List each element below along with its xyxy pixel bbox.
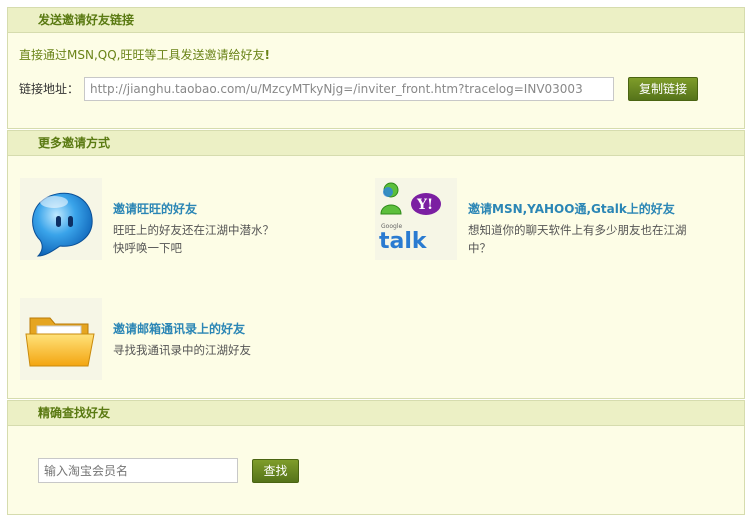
invite-email-card[interactable]: 邀请邮箱通讯录上的好友 寻找我通讯录中的江湖好友 [20, 298, 350, 382]
invite-email-desc: 寻找我通讯录中的江湖好友 [113, 341, 251, 359]
folder-icon [20, 298, 102, 380]
invite-link-input[interactable] [84, 77, 614, 101]
find-friend-title: 精确查找好友 [8, 401, 744, 426]
more-invite-methods-panel: 更多邀请方式 邀请旺旺的好友 旺旺上的好友还在江湖中潜水？ 快呼唤一下吧 Y! … [7, 130, 745, 399]
invite-email-desc-line1: 寻找我通讯录中的江湖好友 [113, 343, 251, 357]
wangwang-icon [20, 178, 102, 260]
link-address-label: 链接地址： [19, 82, 80, 96]
invite-wangwang-desc: 旺旺上的好友还在江湖中潜水？ 快呼唤一下吧 [113, 221, 274, 257]
invite-im-desc-line1: 想知道你的聊天软件上有多少朋友也在江湖 [468, 223, 687, 237]
invite-wangwang-link[interactable]: 邀请旺旺的好友 [113, 200, 197, 217]
yahoo-logo-text: Y! [416, 197, 433, 213]
invite-link-panel: 发送邀请好友链接 直接通过MSN,QQ,旺旺等工具发送邀请给好友! 链接地址： … [7, 7, 745, 129]
invite-im-card[interactable]: Y! Google talk 邀请MSN,YAHOO通,Gtalk上的好友 想知… [375, 178, 725, 262]
invite-wangwang-desc-line2: 快呼唤一下吧 [113, 241, 182, 255]
invite-im-link[interactable]: 邀请MSN,YAHOO通,Gtalk上的好友 [468, 200, 675, 217]
talk-logo-text: talk [379, 229, 428, 254]
invite-email-link[interactable]: 邀请邮箱通讯录上的好友 [113, 320, 245, 337]
invite-link-title: 发送邀请好友链接 [8, 8, 744, 33]
invite-wangwang-desc-line1: 旺旺上的好友还在江湖中潜水？ [113, 223, 274, 237]
invite-intro-mark: ! [264, 48, 270, 62]
invite-im-desc: 想知道你的聊天软件上有多少朋友也在江湖 中？ [468, 221, 687, 257]
invite-intro-body: 直接通过MSN,QQ,旺旺等工具发送邀请给好友 [19, 48, 265, 62]
invite-im-desc-line2: 中？ [468, 241, 491, 255]
more-invite-methods-title: 更多邀请方式 [8, 131, 744, 156]
invite-intro-text: 直接通过MSN,QQ,旺旺等工具发送邀请给好友! [19, 46, 270, 63]
im-services-icon: Y! Google talk [375, 178, 457, 260]
search-button[interactable]: 查找 [252, 459, 299, 483]
copy-link-button[interactable]: 复制链接 [628, 77, 698, 101]
find-friend-panel: 精确查找好友 查找 [7, 400, 745, 515]
member-search-input[interactable] [38, 458, 238, 483]
invite-wangwang-card[interactable]: 邀请旺旺的好友 旺旺上的好友还在江湖中潜水？ 快呼唤一下吧 [20, 178, 350, 262]
